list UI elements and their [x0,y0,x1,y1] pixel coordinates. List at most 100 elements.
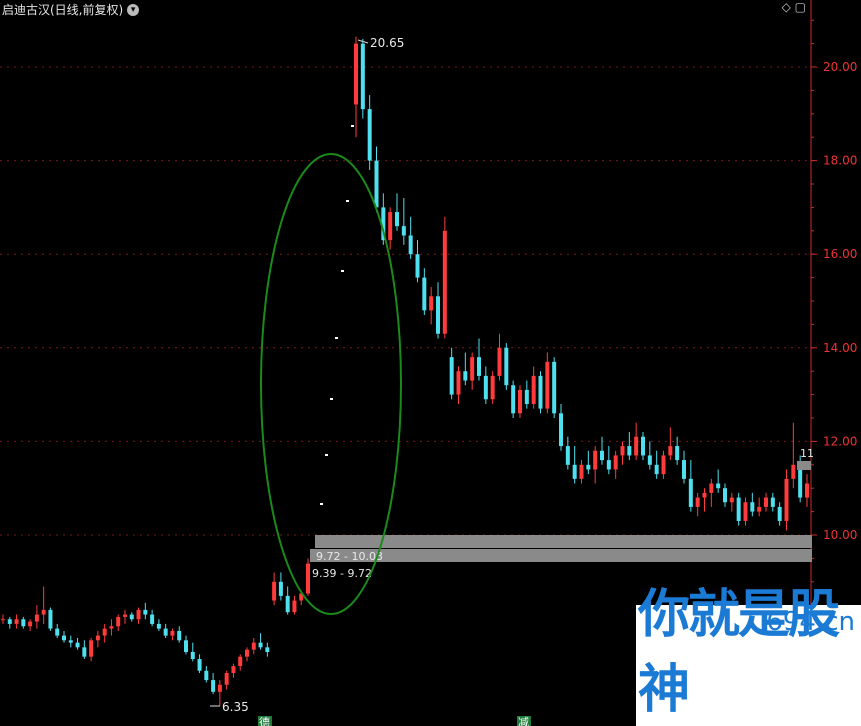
candle-body [661,455,666,475]
y-tick-label: 16.00 [823,247,857,261]
candle-body [245,649,249,657]
candle-body [21,619,26,627]
chevron-down-icon[interactable]: ▾ [127,3,140,16]
candle-body [367,109,372,161]
candle-body [654,464,659,475]
candle-body [415,254,420,278]
candle-body [170,630,175,636]
candle-body [702,492,707,498]
gap-dot [351,125,354,127]
gap-box-upper [315,535,812,548]
candle-body [791,464,796,479]
candle-body [764,497,768,507]
chart-title: 启迪古汉(日线,前复权) [2,3,124,17]
candle-body [586,464,591,470]
candle-body [123,614,127,617]
candle-body [1,619,5,621]
gap-dot [335,337,338,339]
gap-dot [320,503,323,505]
candle-body [579,464,584,479]
candle-body [675,446,680,461]
candle-body [143,609,148,615]
gap-dot [330,398,333,400]
candle-body [204,670,209,681]
gap-dots [320,125,354,505]
candle-body [116,616,121,627]
candle-body [565,446,570,465]
candle-body [190,652,195,660]
gap-dot [341,270,344,272]
candle-body [436,296,440,334]
candle-body [136,609,141,620]
candle-body [360,43,365,110]
candle-body [62,635,66,641]
candle-body [600,450,604,461]
candle-body [647,455,652,465]
candle-body [28,621,33,627]
candle-body [483,375,488,400]
candle-body [504,347,509,386]
candle-body [531,375,536,404]
marker-jian: 减 [518,716,529,726]
candle-body [306,563,310,594]
candle-body [238,656,243,667]
gap-box-lower [310,549,812,562]
candle-body [75,642,80,648]
candle-body [456,371,461,395]
candle-body [354,43,358,105]
candle-body [497,347,502,376]
candle-body [95,635,100,641]
candle-body [401,226,406,236]
watermark-slogan: 你就是股神 [638,585,840,720]
candle-body [477,357,481,376]
candle-body [48,609,53,629]
candle-body [41,609,46,615]
candle-body [422,277,427,311]
candle-body [688,478,693,507]
candle-body [757,506,762,512]
candle-body [109,626,114,629]
candle-body [388,212,393,241]
candle-body [89,640,94,657]
toolbar-icons[interactable]: ◇ ▢ [782,0,806,14]
candle-body [129,614,134,620]
grid-lines [0,66,811,536]
candle-body [511,385,516,414]
candle-body [641,436,645,456]
candle-body [518,389,522,414]
candle-body [442,230,447,334]
y-tick-label: 14.00 [823,341,857,355]
candle-body [552,361,557,414]
candle-body [292,600,297,613]
marker-de: 德 [259,715,270,726]
candle-body [55,628,60,636]
candle-body [784,478,789,521]
candle-body [217,684,222,692]
candle-body [777,506,782,521]
last-price-label: 11 [800,447,814,460]
candle-body [82,647,87,657]
candle-body [613,455,618,470]
candle-body [408,235,413,255]
candle-body [251,642,256,650]
candle-body [395,212,399,227]
y-tick-label: 18.00 [823,154,857,168]
y-tick-label: 20.00 [823,60,857,74]
candle-body [429,296,434,311]
candle-body [272,581,277,601]
candle-body [620,446,625,456]
candle-body [668,446,673,456]
candle-body [723,488,727,503]
candle-body [463,371,468,381]
candle-body [695,497,700,507]
candle-body [265,647,270,652]
candle-body [682,460,686,479]
candle-body [743,502,748,521]
candle-body [606,460,611,470]
candle-body [805,483,809,498]
candle-body [627,446,632,456]
candle-body [258,642,263,648]
candle-body [184,640,188,652]
candle-body [538,375,543,409]
candle-body [14,619,19,624]
